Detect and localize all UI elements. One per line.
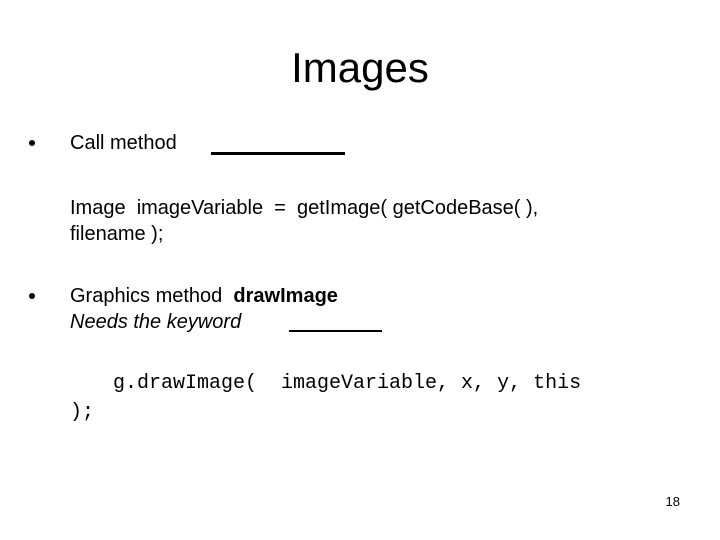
- slide-title: Images: [291, 44, 429, 91]
- bullet-icon: [29, 140, 35, 146]
- code-line-drawimage: g.drawImage( imageVariable, x, y, this: [113, 372, 582, 395]
- code-line-getimage: Image imageVariable = getImage( getCodeB…: [70, 197, 539, 219]
- bullet-icon: [29, 293, 35, 299]
- slide: Images Call method Image imageVariable =…: [0, 0, 720, 540]
- bullet-text: Call method: [70, 132, 177, 154]
- code-line-filename: filename );: [70, 223, 164, 245]
- code-line-close: );: [70, 401, 95, 424]
- page-number: 18: [665, 494, 680, 509]
- method-name-drawimage: drawImage: [233, 285, 338, 307]
- fill-in-blank-keyword: [289, 330, 382, 332]
- keyword-prompt: Needs the keyword: [70, 311, 242, 333]
- bullet-text-plain: Graphics method: [70, 285, 223, 307]
- fill-in-blank-method: [211, 152, 345, 155]
- bullet-text: Graphics method drawImage: [70, 284, 338, 308]
